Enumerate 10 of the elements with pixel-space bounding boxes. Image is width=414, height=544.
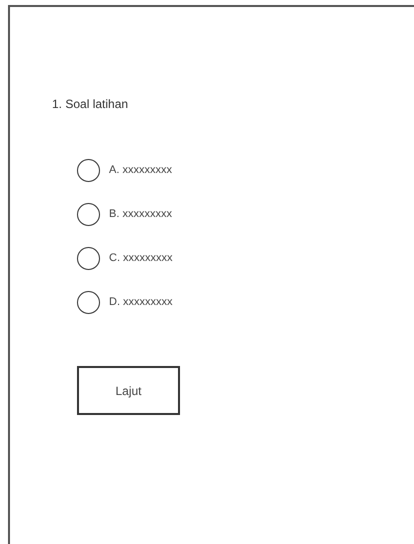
question-text: 1. Soal latihan bbox=[52, 96, 130, 112]
radio-button[interactable] bbox=[77, 159, 100, 182]
next-button[interactable]: Lajut bbox=[77, 366, 180, 415]
option-label: B. xxxxxxxxx bbox=[109, 207, 172, 222]
radio-button[interactable] bbox=[77, 291, 100, 314]
radio-button[interactable] bbox=[77, 247, 100, 270]
option-label: C. xxxxxxxxx bbox=[109, 251, 173, 266]
option-label: A. xxxxxxxxx bbox=[109, 163, 172, 178]
option-label: D. xxxxxxxxx bbox=[109, 295, 173, 310]
radio-button[interactable] bbox=[77, 203, 100, 226]
